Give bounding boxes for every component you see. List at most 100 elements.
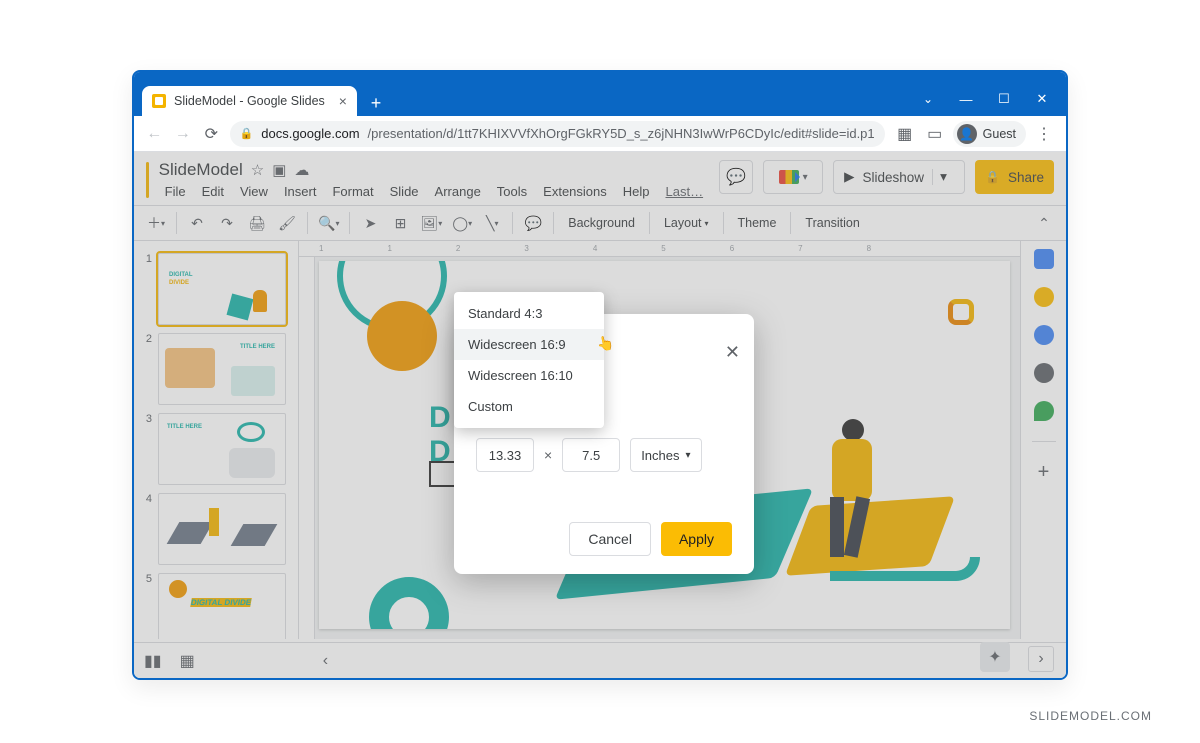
print-button[interactable]: 🖨	[243, 209, 271, 237]
select-tool[interactable]: ➤	[356, 209, 384, 237]
watermark: SLIDEMODEL.COM	[1029, 709, 1152, 723]
shape-tool[interactable]: ◯▾	[448, 209, 476, 237]
menu-edit[interactable]: Edit	[196, 182, 230, 201]
url-path: /presentation/d/1tt7KHIXVVfXhOrgFGkRY5D_…	[368, 126, 875, 141]
aspect-ratio-dropdown: Standard 4:3 Widescreen 16:9 👆 Widescree…	[454, 292, 604, 428]
thumb-number: 3	[142, 413, 152, 425]
filmstrip-view-icon[interactable]: ▮▮	[144, 651, 162, 671]
window-search-tabs-icon[interactable]: ⌄	[910, 86, 946, 112]
slides-logo-icon[interactable]	[146, 162, 149, 198]
tab-close-icon[interactable]: ×	[339, 93, 347, 109]
menu-help[interactable]: Help	[617, 182, 656, 201]
window-maximize-button[interactable]: ☐	[986, 86, 1022, 112]
background-button[interactable]: Background	[560, 209, 643, 237]
theme-button[interactable]: Theme	[730, 209, 785, 237]
meet-button[interactable]: ▾	[763, 160, 823, 194]
reading-mode-icon[interactable]: ▭	[923, 122, 947, 146]
menu-file[interactable]: File	[159, 182, 192, 201]
grid-view-icon[interactable]: ▦	[180, 651, 195, 671]
move-icon[interactable]: ▣	[272, 161, 286, 179]
nav-forward-icon[interactable]: →	[173, 122, 194, 146]
menu-format[interactable]: Format	[326, 182, 379, 201]
menu-arrange[interactable]: Arrange	[429, 182, 487, 201]
undo-button[interactable]: ↶	[183, 209, 211, 237]
lock-icon: 🔒	[240, 127, 254, 140]
image-tool[interactable]: 🖼▾	[416, 209, 446, 237]
transition-button[interactable]: Transition	[797, 209, 867, 237]
option-widescreen-169[interactable]: Widescreen 16:9 👆	[454, 329, 604, 360]
option-standard-43[interactable]: Standard 4:3	[454, 298, 604, 329]
paint-format-button[interactable]: 🖌	[273, 209, 301, 237]
window-minimize-button[interactable]: —	[948, 86, 984, 112]
apply-button[interactable]: Apply	[661, 522, 732, 556]
avatar-icon: 👤	[957, 124, 977, 144]
comment-tool[interactable]: 💬	[519, 209, 547, 237]
nav-back-icon[interactable]: ←	[144, 122, 165, 146]
slide-thumbnail-1[interactable]: DIGITAL DIVIDE	[158, 253, 286, 325]
slideshow-button[interactable]: ▶ Slideshow ▾	[833, 160, 965, 194]
menu-extensions[interactable]: Extensions	[537, 182, 613, 201]
scroll-right-icon[interactable]: ›	[1028, 646, 1054, 672]
tasks-icon[interactable]	[1034, 325, 1054, 345]
option-widescreen-1610[interactable]: Widescreen 16:10	[454, 360, 604, 391]
collapse-toolbar-icon[interactable]: ⌃	[1030, 209, 1058, 237]
slide-thumbnail-5[interactable]: DIGITAL DIVIDE	[158, 573, 286, 639]
slide-thumbnail-3[interactable]: TITLE HERE	[158, 413, 286, 485]
contacts-icon[interactable]	[1034, 363, 1054, 383]
menu-tools[interactable]: Tools	[491, 182, 533, 201]
decoration-dot-icon	[367, 301, 437, 371]
bottom-bar: ▮▮ ▦ ‹ ✦ ›	[134, 642, 1066, 678]
docs-header: SlideModel ☆ ▣ ☁ File Edit View Insert F…	[134, 152, 1066, 205]
line-tool[interactable]: ╲▾	[478, 209, 506, 237]
url-input[interactable]: 🔒 docs.google.com/presentation/d/1tt7KHI…	[230, 121, 885, 147]
last-edit-link[interactable]: Last…	[660, 182, 710, 201]
option-label: Widescreen 16:9	[468, 337, 566, 352]
toolbar: ＋▾ ↶ ↷ 🖨 🖌 🔍▾ ➤ ⊞ 🖼▾ ◯▾ ╲▾ 💬 Background …	[134, 205, 1066, 241]
document-title[interactable]: SlideModel	[159, 160, 243, 180]
menu-insert[interactable]: Insert	[278, 182, 323, 201]
zoom-button[interactable]: 🔍▾	[314, 209, 343, 237]
meet-icon	[779, 170, 799, 184]
cancel-button[interactable]: Cancel	[569, 522, 651, 556]
browser-tab[interactable]: SlideModel - Google Slides ×	[142, 86, 357, 116]
new-tab-button[interactable]: +	[363, 90, 389, 116]
browser-window: SlideModel - Google Slides × + ⌄ — ☐ ✕ ←…	[132, 70, 1068, 680]
comments-button[interactable]: 💬	[719, 160, 753, 194]
vertical-ruler	[299, 257, 315, 639]
menu-slide[interactable]: Slide	[384, 182, 425, 201]
new-slide-button[interactable]: ＋▾	[142, 209, 170, 237]
maps-icon[interactable]	[1034, 401, 1054, 421]
height-input[interactable]	[562, 438, 620, 472]
slide-thumbnails-panel[interactable]: 1 DIGITAL DIVIDE 2 TITLE HERE 3	[134, 241, 299, 639]
width-input[interactable]	[476, 438, 534, 472]
redo-button[interactable]: ↷	[213, 209, 241, 237]
menu-view[interactable]: View	[234, 182, 274, 201]
tab-title: SlideModel - Google Slides	[174, 94, 325, 108]
slideshow-caret-icon[interactable]: ▾	[932, 169, 954, 185]
calendar-icon[interactable]	[1034, 249, 1054, 269]
thumb-number: 1	[142, 253, 152, 265]
apply-label: Apply	[679, 531, 714, 547]
unit-dropdown[interactable]: Inches ▾	[630, 438, 701, 472]
share-button[interactable]: 🔒 Share	[975, 160, 1054, 194]
add-addon-icon[interactable]: +	[1034, 462, 1054, 482]
keep-icon[interactable]	[1034, 287, 1054, 307]
nav-reload-icon[interactable]: ⟳	[201, 122, 222, 146]
slide-thumbnail-4[interactable]	[158, 493, 286, 565]
slideshow-label: Slideshow	[862, 170, 924, 185]
profile-chip[interactable]: 👤 Guest	[953, 121, 1026, 147]
thumb-number: 4	[142, 493, 152, 505]
star-icon[interactable]: ☆	[251, 161, 264, 179]
explore-button[interactable]: ✦	[980, 642, 1010, 672]
layout-button[interactable]: Layout▾	[656, 209, 717, 237]
cloud-status-icon[interactable]: ☁	[294, 161, 309, 179]
option-custom[interactable]: Custom	[454, 391, 604, 422]
window-close-button[interactable]: ✕	[1024, 86, 1060, 112]
textbox-tool[interactable]: ⊞	[386, 209, 414, 237]
kebab-menu-icon[interactable]: ⋮	[1032, 122, 1056, 146]
collapse-panel-icon[interactable]: ‹	[323, 652, 328, 670]
dialog-close-button[interactable]: ✕	[725, 342, 740, 363]
translate-icon[interactable]: ▦	[893, 122, 917, 146]
slide-thumbnail-2[interactable]: TITLE HERE	[158, 333, 286, 405]
profile-label: Guest	[983, 127, 1016, 141]
